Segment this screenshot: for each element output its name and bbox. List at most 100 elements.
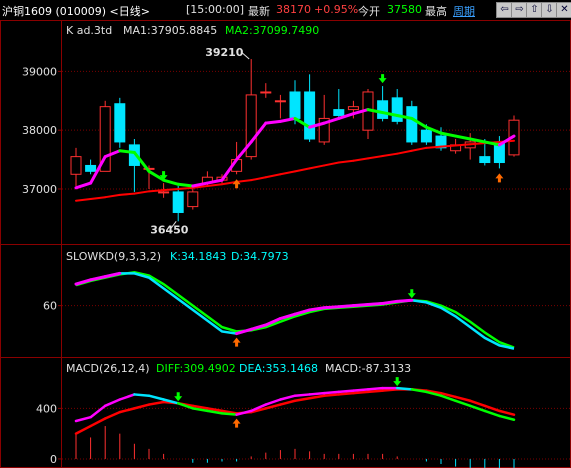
sell-arrow-icon (378, 74, 387, 84)
dea-line-seg (381, 388, 399, 392)
diff-line-seg (498, 414, 516, 421)
ma2-line-seg (104, 193, 121, 199)
candle-body-up (187, 191, 199, 208)
ma2-line-seg (279, 170, 296, 176)
k-line-rising-seg (351, 303, 370, 308)
k-line-rising-seg (395, 298, 414, 303)
candle-body-down (85, 164, 97, 172)
ma2-line-seg (235, 179, 253, 183)
panel-frames (0, 20, 571, 468)
instrument-title: 沪铜1609 (010009) <日线> (2, 5, 150, 18)
candle-body-down (304, 91, 316, 140)
diff-line-seg (322, 390, 341, 395)
ma2-line-seg (381, 152, 399, 158)
diff-line-seg (103, 398, 122, 408)
ma2-line-seg (75, 197, 92, 202)
title-bar: 沪铜1609 (010009) <日线> [15:00:00] 最新 38170… (0, 0, 571, 21)
diff-line-seg (220, 412, 238, 416)
diff-line-seg (366, 386, 384, 391)
ma2-line-seg (177, 186, 194, 190)
ma1-line-seg (176, 182, 195, 188)
ma2-line-seg (133, 190, 150, 195)
kd-tick-label: 60 (43, 300, 57, 313)
buy-arrow-icon (495, 173, 504, 183)
buy-arrow-icon (232, 418, 241, 428)
dea-line-seg (498, 409, 516, 416)
d-line (75, 271, 515, 349)
diff-line-seg (337, 389, 355, 394)
diff-line-seg (89, 404, 107, 419)
price-annotation: 36450 (150, 223, 189, 236)
k-line-rising-seg (381, 299, 399, 305)
ma2-line-seg (337, 159, 355, 164)
ma1-line-seg (454, 134, 472, 141)
ma2-line-seg (440, 144, 457, 148)
dea-line-seg (293, 396, 311, 403)
diff-line-seg (118, 393, 136, 401)
ma2-line-seg (410, 146, 428, 152)
ma2-line-seg (264, 173, 282, 179)
diff-line-seg (483, 409, 501, 418)
dea-line-seg (468, 399, 487, 408)
ma2-line-seg (162, 187, 180, 192)
ma1-label: MA1:37905.8845 (123, 24, 217, 37)
k-line-rising-seg (337, 304, 355, 309)
sell-arrow-icon (393, 377, 402, 387)
buy-arrow-icon (232, 337, 241, 347)
dea-line-seg (366, 389, 384, 394)
latest-label: 最新 (248, 5, 270, 18)
candle-body-up (70, 156, 82, 175)
diff-line-seg (293, 393, 311, 397)
latest-value: 38170 (276, 3, 311, 16)
k-line-rising-seg (322, 305, 341, 310)
ma2-line-seg (206, 183, 223, 188)
ma2-line-seg (89, 196, 107, 200)
ma2-line-seg (425, 145, 442, 149)
dea-line-seg (74, 424, 92, 435)
diff-line-seg (395, 386, 414, 391)
ma1-line-seg (278, 116, 297, 123)
macd-tick-label: 0 (50, 453, 57, 466)
sell-arrow-icon (407, 289, 416, 299)
diff-line-seg (74, 415, 92, 423)
period-link[interactable]: 周期 (453, 3, 475, 19)
dea-line-seg (337, 391, 355, 396)
macd-header: MACD(26,12,4) (66, 362, 150, 375)
price-header: K ad.3td (66, 24, 112, 37)
macd-tick-label: 400 (36, 402, 57, 415)
candle-body-down (391, 97, 403, 122)
sell-arrow-icon (174, 392, 183, 402)
candle-body-up (274, 100, 286, 103)
open-value: 37580 (387, 3, 422, 16)
candle-body-down (420, 129, 432, 143)
candle-body-down (377, 100, 389, 119)
diff-line-seg (454, 399, 472, 408)
close-icon[interactable]: ✕ (556, 2, 571, 18)
candle-body-down (479, 156, 491, 164)
price-tick-label: 38000 (22, 124, 57, 137)
chart-area[interactable]: K ad.3td MA1:37905.8845 MA2:37099.7490 S… (0, 20, 571, 468)
dea-line-seg (279, 399, 297, 406)
ma2-line-seg (469, 142, 486, 146)
diff-line-seg (147, 394, 165, 401)
candle-body-down (172, 191, 184, 213)
dea-line-seg (308, 394, 326, 400)
k-line-rising-seg (308, 306, 326, 312)
dea-line-seg (264, 403, 282, 410)
ma1-line-seg (264, 119, 282, 125)
ma2-line-seg (118, 192, 136, 196)
k-line-rising-seg (74, 278, 93, 286)
ma2-line-seg (352, 157, 369, 162)
candle-body-up (158, 191, 170, 194)
price-tick-label: 37000 (22, 183, 57, 196)
dea-line-seg (133, 403, 151, 410)
change-pct: +0.95% (314, 3, 359, 16)
ma2-line-seg (148, 189, 165, 193)
ma2-line-seg (250, 176, 267, 182)
k-line-rising-seg (235, 327, 253, 336)
ma2-line-seg (308, 164, 326, 170)
diff-label: DIFF:309.4902 (156, 362, 236, 375)
dea-line-seg (454, 395, 472, 403)
time-label: [15:00:00] (186, 3, 244, 16)
ma2-label: MA2:37099.7490 (225, 24, 319, 37)
